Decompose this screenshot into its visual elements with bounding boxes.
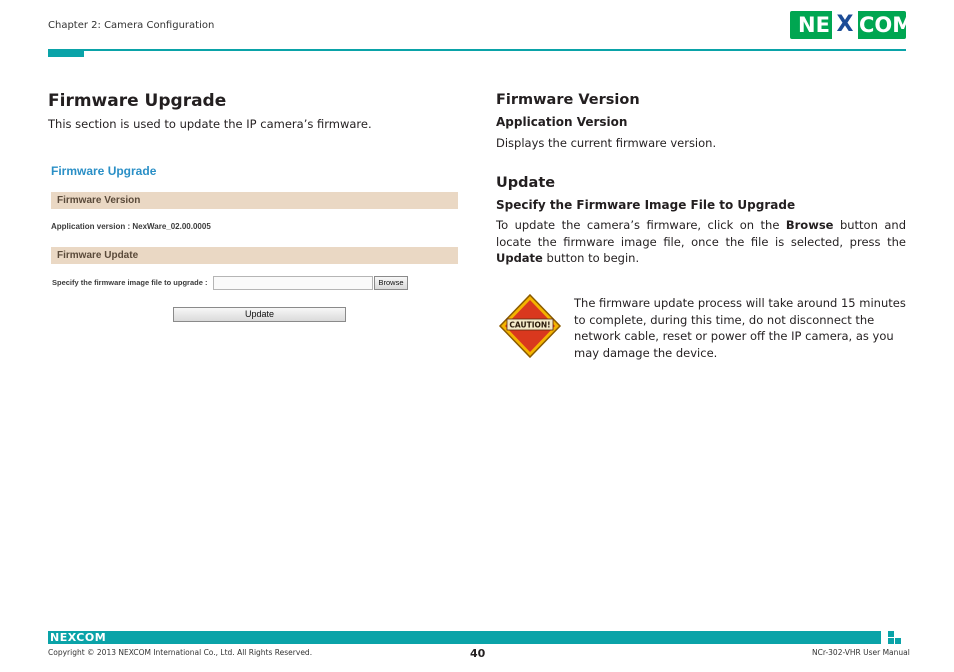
header-rule: [48, 49, 906, 51]
caution-text: The firmware update process will take ar…: [574, 296, 906, 360]
footer-square: [895, 638, 901, 644]
footer-logo: NEXCOM: [50, 631, 107, 644]
application-version-text: Displays the current firmware version.: [496, 136, 717, 150]
specify-file-label: Specify the firmware image file to upgra…: [52, 278, 208, 287]
update-text-part: To update the camera’s firmware, click o…: [496, 218, 786, 232]
header-tab: [48, 49, 84, 57]
manual-title: NCr-302-VHR User Manual: [812, 648, 910, 657]
section-heading: Firmware Upgrade: [48, 91, 227, 111]
update-heading: Update: [496, 175, 556, 191]
footer-bar: [48, 631, 881, 644]
update-instructions: To update the camera’s firmware, click o…: [496, 217, 906, 267]
logo-text-x: X: [836, 12, 854, 37]
logo-text-left: NE: [798, 13, 830, 37]
firmware-update-bar-label: Firmware Update: [57, 250, 139, 261]
application-version-heading: Application Version: [496, 115, 628, 129]
logo-text-right: COM: [859, 13, 914, 37]
firmware-version-heading: Firmware Version: [496, 92, 640, 108]
caution-label: CAUTION!: [509, 321, 550, 330]
specify-file-heading: Specify the Firmware Image File to Upgra…: [496, 198, 796, 212]
firmware-update-bar: Firmware Update: [51, 247, 458, 264]
screenshot-title: Firmware Upgrade: [51, 164, 157, 178]
footer-square: [888, 638, 894, 644]
caution-icon: CAUTION!: [498, 293, 562, 359]
copyright-text: Copyright © 2013 NEXCOM International Co…: [48, 648, 313, 657]
intro-text: This section is used to update the IP ca…: [48, 117, 372, 131]
nexcom-logo: NE X COM: [790, 11, 913, 39]
firmware-version-bar-label: Firmware Version: [57, 195, 141, 206]
update-button[interactable]: Update: [173, 307, 346, 322]
update-text-part: button to begin.: [542, 251, 640, 265]
browse-button[interactable]: Browse: [374, 276, 408, 290]
application-version-readout: Application version : NexWare_02.00.0005: [51, 222, 211, 231]
footer-square: [888, 631, 894, 637]
page-number: 40: [470, 647, 486, 660]
firmware-version-bar: Firmware Version: [51, 192, 458, 209]
chapter-title: Chapter 2: Camera Configuration: [48, 20, 215, 31]
firmware-file-input[interactable]: [213, 276, 373, 290]
browse-emphasis: Browse: [785, 218, 834, 232]
update-emphasis: Update: [496, 251, 543, 265]
